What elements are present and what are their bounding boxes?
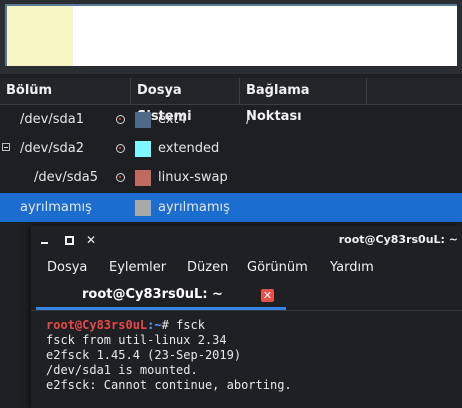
tab-label: root@Cy83rs0uL: ~ [82, 287, 223, 302]
partition-segment[interactable] [7, 6, 73, 66]
output-line: fsck from util-linux 2.34 [46, 333, 227, 347]
terminal-window: ✕ root@Cy83rs0uL: ~ Dosya Eylemler Düzen… [31, 226, 462, 408]
output-line: /dev/sda1 is mounted. [46, 363, 198, 377]
menu-duzen[interactable]: Düzen [187, 254, 228, 282]
partition-row-unallocated[interactable]: ayrılmamış ayrılmamış [0, 193, 462, 222]
partition-row-sda5[interactable]: /dev/sda5 linux-swap [0, 163, 462, 192]
partition-device: /dev/sda5 [34, 170, 98, 185]
mounted-indicator-icon [116, 115, 125, 124]
terminal-output[interactable]: root@Cy83rs0uL:~# fsck fsck from util-li… [46, 318, 458, 393]
partition-graphic[interactable] [5, 4, 457, 66]
partition-bar-area [0, 0, 462, 74]
partition-filesystem: linux-swap [158, 170, 228, 185]
prompt-path: :~ [147, 318, 162, 332]
partition-table-header: Bölüm Dosya Sistemi Bağlama Noktası [0, 78, 462, 124]
partition-filesystem: ayrılmamış [158, 200, 230, 215]
filesystem-color-swatch [135, 200, 151, 216]
collapse-icon[interactable] [2, 143, 10, 151]
terminal-tabbar: root@Cy83rs0uL: ~ ✕ [31, 282, 462, 310]
terminal-title: root@Cy83rs0uL: ~ [338, 233, 458, 246]
minimize-icon[interactable] [38, 233, 52, 247]
partition-mountpoint: / [246, 112, 251, 127]
partition-row-sda1[interactable]: /dev/sda1 ext4 / [0, 105, 462, 134]
prompt-symbol: # [161, 318, 177, 332]
terminal-titlebar[interactable]: ✕ root@Cy83rs0uL: ~ [31, 226, 462, 254]
command-text: fsck [176, 318, 205, 332]
filesystem-color-swatch [135, 141, 151, 157]
partition-device: /dev/sda2 [20, 141, 84, 156]
partition-device: /dev/sda1 [20, 112, 84, 127]
column-header-mountpoint[interactable]: Bağlama Noktası [240, 78, 367, 124]
output-line: e2fsck 1.45.4 (23-Sep-2019) [46, 348, 242, 362]
mounted-indicator-icon [116, 173, 125, 182]
filesystem-color-swatch [135, 170, 151, 186]
partition-row-sda2[interactable]: /dev/sda2 extended [0, 134, 462, 163]
terminal-tab[interactable]: root@Cy83rs0uL: ~ ✕ [36, 282, 286, 310]
partition-filesystem: extended [158, 141, 220, 156]
menu-dosya[interactable]: Dosya [47, 254, 87, 282]
column-header-filesystem[interactable]: Dosya Sistemi [131, 78, 240, 124]
terminal-menubar: Dosya Eylemler Düzen Görünüm Yardım [31, 254, 462, 282]
divider [31, 310, 462, 311]
menu-gorunum[interactable]: Görünüm [247, 254, 308, 282]
menu-eylemler[interactable]: Eylemler [109, 254, 166, 282]
mounted-indicator-icon [116, 144, 125, 153]
column-header-partition[interactable]: Bölüm [0, 78, 131, 104]
output-line: e2fsck: Cannot continue, aborting. [46, 378, 292, 392]
tab-close-icon[interactable]: ✕ [261, 289, 274, 302]
filesystem-color-swatch [135, 112, 151, 128]
close-icon[interactable]: ✕ [84, 233, 98, 247]
partition-filesystem: ext4 [158, 112, 187, 127]
partition-device: ayrılmamış [20, 200, 92, 215]
menu-yardim[interactable]: Yardım [330, 254, 374, 282]
maximize-icon[interactable] [62, 233, 76, 247]
prompt-user: root@Cy83rs0uL [46, 318, 148, 332]
